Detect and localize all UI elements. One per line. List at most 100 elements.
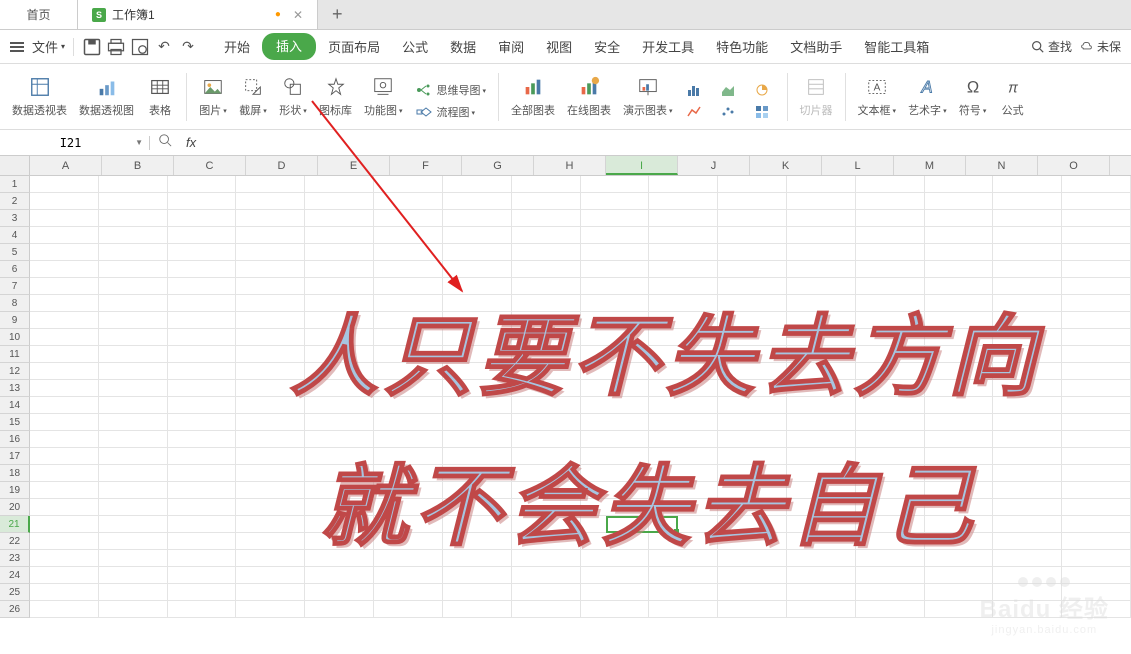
row-header[interactable]: 11 <box>0 346 30 363</box>
tab-view[interactable]: 视图 <box>536 33 582 60</box>
row-header[interactable]: 12 <box>0 363 30 380</box>
col-header[interactable]: L <box>822 156 894 175</box>
col-header[interactable]: D <box>246 156 318 175</box>
col-header[interactable]: N <box>966 156 1038 175</box>
icon-lib-button[interactable]: 图标库 <box>313 71 358 122</box>
sparkline-area-button[interactable] <box>713 80 747 100</box>
row-header[interactable]: 19 <box>0 482 30 499</box>
worksheet-grid[interactable]: A B C D E F G H I J K L M N O 1234567891… <box>0 156 1131 634</box>
col-header[interactable]: M <box>894 156 966 175</box>
pivot-chart-button[interactable]: 数据透视图 <box>73 71 140 122</box>
flowchart-button[interactable]: 流程图 <box>409 102 493 122</box>
row-header[interactable]: 7 <box>0 278 30 295</box>
tab-dev[interactable]: 开发工具 <box>632 33 704 60</box>
func-img-button[interactable]: 功能图 <box>358 71 409 122</box>
col-header-selected[interactable]: I <box>606 156 678 175</box>
close-tab-icon[interactable]: ✕ <box>293 8 303 22</box>
tab-security[interactable]: 安全 <box>584 33 630 60</box>
new-tab-button[interactable]: + <box>318 0 357 29</box>
sparkline-winloss-button[interactable] <box>747 80 781 100</box>
row-header[interactable]: 26 <box>0 601 30 618</box>
row-header[interactable]: 21 <box>0 516 30 533</box>
col-header[interactable]: F <box>390 156 462 175</box>
all-chart-button[interactable]: 全部图表 <box>505 71 561 122</box>
formula-bar: ▼ fx <box>0 130 1131 156</box>
tab-formula[interactable]: 公式 <box>392 33 438 60</box>
mindmap-button[interactable]: 思维导图 <box>409 80 493 100</box>
wordart-line1[interactable]: 人只要不失去方向 <box>290 286 1042 413</box>
tab-insert[interactable]: 插入 <box>262 33 316 60</box>
undo-icon[interactable]: ↶ <box>154 37 174 57</box>
sparkline-scatter-button[interactable] <box>713 102 747 122</box>
row-header[interactable]: 3 <box>0 210 30 227</box>
name-box[interactable]: ▼ <box>0 136 150 150</box>
col-header[interactable]: O <box>1038 156 1110 175</box>
wordart-button[interactable]: A艺术字 <box>902 71 953 122</box>
online-chart-button[interactable]: 在线图表 <box>561 71 617 122</box>
zoom-icon[interactable] <box>150 133 180 152</box>
row-header[interactable]: 13 <box>0 380 30 397</box>
select-all-corner[interactable] <box>0 156 30 175</box>
save-icon[interactable] <box>82 37 102 57</box>
row-header[interactable]: 16 <box>0 431 30 448</box>
print-preview-icon[interactable] <box>130 37 150 57</box>
col-header[interactable]: E <box>318 156 390 175</box>
row-header[interactable]: 4 <box>0 227 30 244</box>
symbol-button[interactable]: Ω符号 <box>953 71 993 122</box>
shape-button[interactable]: 形状 <box>273 71 313 122</box>
unsaved-indicator[interactable]: 未保 <box>1080 38 1121 55</box>
sparkline-bar-button[interactable] <box>679 80 713 100</box>
document-tabs: 首页 S 工作簿1 ● ✕ + <box>0 0 1131 30</box>
row-header[interactable]: 1 <box>0 176 30 193</box>
col-header[interactable]: H <box>534 156 606 175</box>
equation-button[interactable]: π公式 <box>993 71 1033 122</box>
row-header[interactable]: 15 <box>0 414 30 431</box>
row-header[interactable]: 5 <box>0 244 30 261</box>
row-header[interactable]: 24 <box>0 567 30 584</box>
sparkline-other-button[interactable] <box>747 102 781 122</box>
pivot-table-button[interactable]: 数据透视表 <box>6 71 73 122</box>
tab-smart[interactable]: 智能工具箱 <box>854 33 939 60</box>
file-menu[interactable]: 文件 <box>32 37 65 56</box>
row-header[interactable]: 8 <box>0 295 30 312</box>
tab-special[interactable]: 特色功能 <box>706 33 778 60</box>
row-header[interactable]: 9 <box>0 312 30 329</box>
row-header[interactable]: 2 <box>0 193 30 210</box>
col-header[interactable]: B <box>102 156 174 175</box>
row-header[interactable]: 20 <box>0 499 30 516</box>
col-header[interactable]: C <box>174 156 246 175</box>
row-header[interactable]: 22 <box>0 533 30 550</box>
tab-start[interactable]: 开始 <box>214 33 260 60</box>
row-header[interactable]: 23 <box>0 550 30 567</box>
tab-review[interactable]: 审阅 <box>488 33 534 60</box>
fx-label[interactable]: fx <box>180 135 202 150</box>
row-header[interactable]: 10 <box>0 329 30 346</box>
search-button[interactable]: 查找 <box>1031 38 1072 55</box>
name-box-input[interactable] <box>6 136 135 150</box>
chevron-down-icon[interactable]: ▼ <box>135 138 143 147</box>
col-header[interactable]: K <box>750 156 822 175</box>
col-header[interactable]: A <box>30 156 102 175</box>
row-header[interactable]: 6 <box>0 261 30 278</box>
row-header[interactable]: 17 <box>0 448 30 465</box>
picture-button[interactable]: 图片 <box>193 71 233 122</box>
sparkline-line-button[interactable] <box>679 102 713 122</box>
print-icon[interactable] <box>106 37 126 57</box>
table-button[interactable]: 表格 <box>140 71 180 122</box>
row-header[interactable]: 14 <box>0 397 30 414</box>
tab-data[interactable]: 数据 <box>440 33 486 60</box>
row-header[interactable]: 18 <box>0 465 30 482</box>
present-chart-button[interactable]: 演示图表 <box>617 71 679 122</box>
textbox-button[interactable]: A文本框 <box>852 71 903 122</box>
tab-dochelper[interactable]: 文档助手 <box>780 33 852 60</box>
tab-workbook[interactable]: S 工作簿1 ● ✕ <box>78 0 318 29</box>
screenshot-button[interactable]: 截屏 <box>233 71 273 122</box>
redo-icon[interactable]: ↷ <box>178 37 198 57</box>
tab-layout[interactable]: 页面布局 <box>318 33 390 60</box>
tab-home[interactable]: 首页 <box>0 0 78 29</box>
hamburger-icon[interactable] <box>10 42 24 52</box>
row-header[interactable]: 25 <box>0 584 30 601</box>
wordart-line2[interactable]: 就不会失去自己 <box>320 436 978 563</box>
col-header[interactable]: J <box>678 156 750 175</box>
col-header[interactable]: G <box>462 156 534 175</box>
